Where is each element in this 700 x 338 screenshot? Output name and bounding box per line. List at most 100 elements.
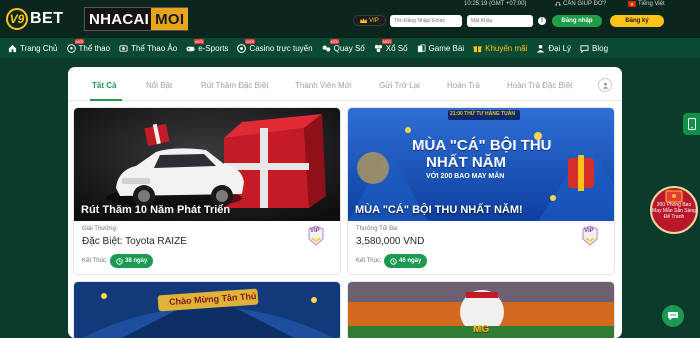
days-remaining: 38 ngày (125, 258, 148, 264)
tab-special-rebate[interactable]: Hoàn Trả Đặc Biệt (507, 81, 572, 90)
soccer-icon (66, 43, 76, 53)
welcome-banner-image (74, 282, 340, 338)
new-badge: MỚI (381, 38, 392, 44)
promo-title: Rút Thăm 10 Năm Phát Triển (81, 204, 231, 216)
user-icon (602, 82, 608, 89)
nav-label: Trang Chủ (20, 43, 58, 53)
blog-icon (580, 44, 589, 53)
banner-headline-1: MÙA "CÁ" BỘI THU (412, 137, 552, 154)
crown-icon (360, 18, 368, 23)
gift-icon (473, 45, 482, 52)
new-badge: MỚI (245, 38, 256, 44)
nav-label: Thể thao (78, 43, 111, 53)
nav-label: Game Bài (428, 43, 465, 53)
username-input[interactable] (390, 15, 462, 27)
lucky-envelope-widget[interactable]: 200 Phong Bao May Mắn Sẵn Sàng Để Tranh (650, 186, 698, 234)
promo-card-welcome[interactable]: Chào Mừng Tân Thủ (73, 281, 341, 338)
nav-label: Thể Thao Ảo (131, 43, 178, 53)
nav-item-blog[interactable]: Blog (580, 44, 608, 53)
nav-item-card-games[interactable]: Game Bài (417, 43, 465, 53)
new-badge: MỚI (74, 38, 85, 44)
lottery-icon (322, 45, 330, 51)
nav-label: Đại Lý (548, 43, 572, 53)
login-button[interactable]: Đăng nhập (552, 15, 602, 27)
envelope-promo-text: 200 Phong Bao May Mắn Sẵn Sàng Để Tranh (652, 202, 696, 220)
nav-label: Casino trực tuyến (249, 43, 313, 53)
password-input[interactable] (467, 15, 533, 27)
vip-label: VIP (310, 228, 320, 234)
vip-button[interactable]: VIP (353, 15, 386, 26)
active-tab-indicator (90, 99, 122, 101)
tab-rebate[interactable]: Hoàn Trả (447, 81, 480, 90)
help-link[interactable]: CẦN GIÚP ĐỠ? (555, 1, 606, 7)
vietnam-flag-icon (628, 1, 636, 7)
banner-subline: VỚI 200 BAO MAY MẮN (426, 173, 505, 180)
promotion-tabs: Tất Cả Nổi Bật Rút Thăm Đặc Biệt Thành V… (68, 67, 622, 101)
v9bet-logo[interactable]: V9 BET (6, 5, 78, 33)
nav-item-lottery-spin[interactable]: MỚI Quay Số (322, 38, 365, 53)
new-badge: MỚI (194, 38, 205, 44)
nav-item-promotions[interactable]: Khuyến mãi (473, 44, 527, 53)
promo-details: Giải Thưởng: Đặc Biệt: Toyota RAIZE Kết … (74, 221, 340, 274)
cards-icon (417, 43, 426, 52)
tab-special-draw[interactable]: Rút Thăm Đặc Biệt (201, 81, 268, 90)
nav-item-esports[interactable]: MỚI e-Sports (186, 38, 229, 53)
nav-item-casino[interactable]: MỚI Casino trực tuyến (237, 38, 313, 53)
days-remaining-badge: 38 ngày (110, 254, 154, 268)
nav-label: Xổ Số (385, 43, 408, 53)
moi-text: MOI (151, 8, 189, 30)
live-chat-button[interactable] (662, 305, 684, 327)
top-bar: V9 BET NHACAI MOI 10:25:19 (GMT +07:00) … (0, 0, 700, 38)
v9-logo-text: BET (30, 10, 64, 27)
help-label: CẦN GIÚP ĐỠ? (563, 1, 607, 7)
casino-icon (237, 43, 247, 53)
headset-icon (555, 1, 561, 6)
mg-logo-text: MG (473, 324, 490, 335)
nav-item-agent[interactable]: Đại Lý (536, 44, 571, 53)
promo-card-lucky-fish[interactable]: 21:00 THỨ TƯ HÀNG TUẦN MÙA "CÁ" BỘI THU … (347, 107, 615, 275)
nav-item-virtual-sports[interactable]: Thể Thao Ảo (119, 44, 177, 53)
nav-item-sports[interactable]: MỚI Thể thao (66, 38, 111, 53)
vip-badge: VIP (306, 225, 326, 247)
nav-item-home[interactable]: Trang Chủ (8, 44, 58, 53)
vip-badge: VIP (580, 225, 600, 247)
home-icon (8, 44, 17, 52)
language-selector[interactable]: Tiếng Việt (628, 1, 665, 7)
main-nav: Trang Chủ MỚI Thể thao Thể Thao Ảo MỚI e… (0, 38, 700, 58)
user-filter-button[interactable] (598, 78, 612, 92)
max-bonus-value: 3,580,000 VND (356, 236, 425, 247)
v9-mark: V9 (6, 8, 28, 30)
tab-all[interactable]: Tất Cả (92, 81, 116, 90)
promo-card-anniversary[interactable]: Rút Thăm 10 Năm Phát Triển Giải Thưởng: … (73, 107, 341, 275)
nav-item-lotto[interactable]: MỚI Xổ Số (374, 38, 408, 53)
days-remaining-badge: 46 ngày (384, 254, 428, 268)
register-button[interactable]: Đăng ký (610, 15, 664, 27)
end-label: Kết Thúc: (356, 258, 382, 264)
nav-label: Quay Số (333, 43, 365, 53)
gamepad-icon (186, 46, 195, 51)
mobile-app-button[interactable] (683, 113, 700, 135)
banner-headline-2: NHẤT NĂM (426, 154, 506, 171)
tab-new-member[interactable]: Thành Viên Mới (295, 81, 352, 90)
clock-icon (390, 257, 397, 265)
tab-featured[interactable]: Nổi Bật (146, 81, 172, 90)
promo-title: MÙA "CÁ" BỘI THU NHẤT NĂM! (355, 204, 523, 216)
tab-redeposit[interactable]: Gửi Trở Lại (379, 81, 420, 90)
promo-details: Thưởng Tối Đa: 3,580,000 VND Kết Thúc: 4… (348, 221, 614, 274)
promo-card-mg[interactable]: MG (347, 281, 615, 338)
lotto-icon (374, 44, 382, 52)
chat-icon (668, 312, 678, 321)
nav-label: e-Sports (198, 43, 229, 53)
agent-icon (537, 44, 545, 53)
nhacaimoi-logo[interactable]: NHACAI MOI (84, 7, 189, 31)
prize-label: Giải Thưởng: (82, 226, 118, 232)
promotions-panel: Tất Cả Nổi Bật Rút Thăm Đặc Biệt Thành V… (68, 67, 622, 338)
new-badge: MỚI (329, 38, 340, 44)
virtual-sport-icon (119, 44, 128, 52)
vip-label: VIP (584, 228, 594, 234)
nav-label: Blog (592, 43, 609, 53)
info-icon[interactable]: ! (538, 17, 546, 25)
nav-label: Khuyến mãi (485, 43, 528, 53)
mobile-icon (687, 118, 696, 130)
nhacai-text: NHACAI (89, 10, 150, 28)
